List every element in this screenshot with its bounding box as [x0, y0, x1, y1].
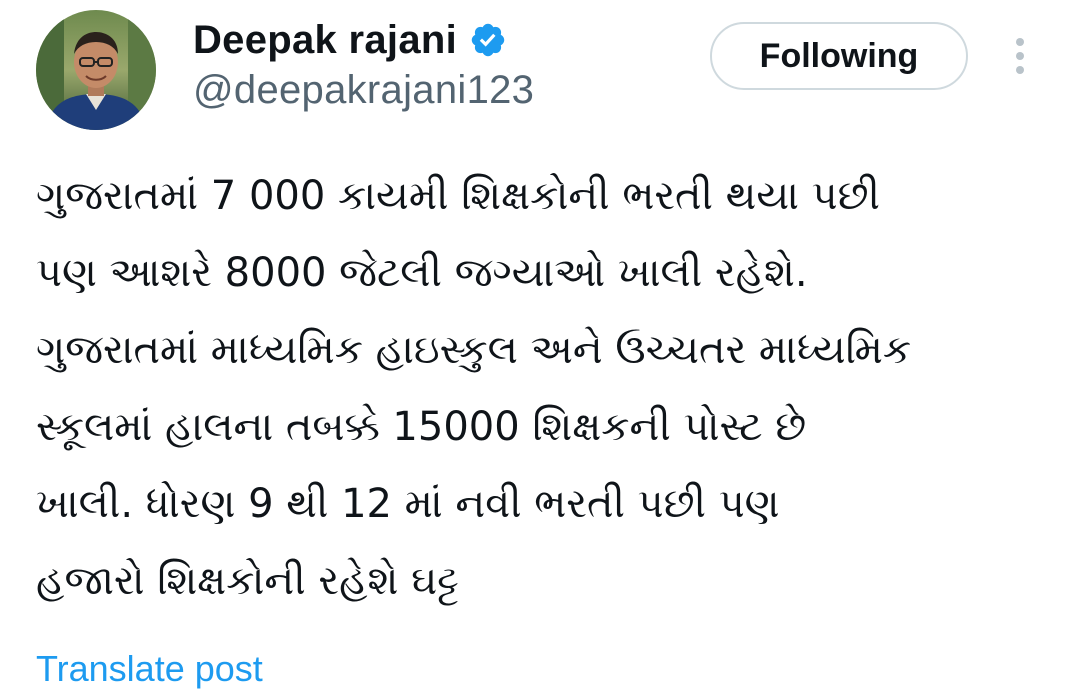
display-name[interactable]: Deepak rajani: [193, 18, 457, 63]
tweet-text-line: પણ આશરે 8000 જેટલી જગ્યાઓ ખાલી રહેશે.: [36, 250, 808, 296]
tweet-text-line: ગુજરાતમાં 7 000 કાયમી શિક્ષકોની ભરતી થયા…: [36, 173, 880, 219]
following-button[interactable]: Following: [710, 22, 968, 90]
author-name-row: Deepak rajani: [193, 12, 507, 68]
tweet-text-line: સ્કૂલમાં હાલના તબક્કે 15000 શિક્ષકની પોસ…: [36, 404, 807, 450]
more-vertical-icon[interactable]: [1004, 32, 1036, 80]
tweet-text-line: ખાલી. ધોરણ 9 થી 12 માં નવી ભરતી પછી પણ: [36, 481, 780, 527]
translate-post-link[interactable]: Translate post: [36, 648, 263, 690]
author-handle[interactable]: @deepakrajani123: [193, 68, 534, 113]
avatar-image: [36, 10, 156, 130]
avatar[interactable]: [36, 10, 156, 130]
tweet-text-line: હજારો શિક્ષકોની રહેશે ઘટ્ટ: [36, 558, 459, 604]
tweet: Deepak rajani @deepakrajani123 Following…: [0, 0, 1080, 689]
verified-badge-icon[interactable]: [469, 21, 507, 59]
tweet-text-line: ગુજરાતમાં માધ્યમિક હાઇસ્કુલ અને ઉચ્ચતર મ…: [36, 327, 912, 373]
tweet-text: ગુજરાતમાં 7 000 કાયમી શિક્ષકોની ભરતી થયા…: [36, 158, 1046, 620]
